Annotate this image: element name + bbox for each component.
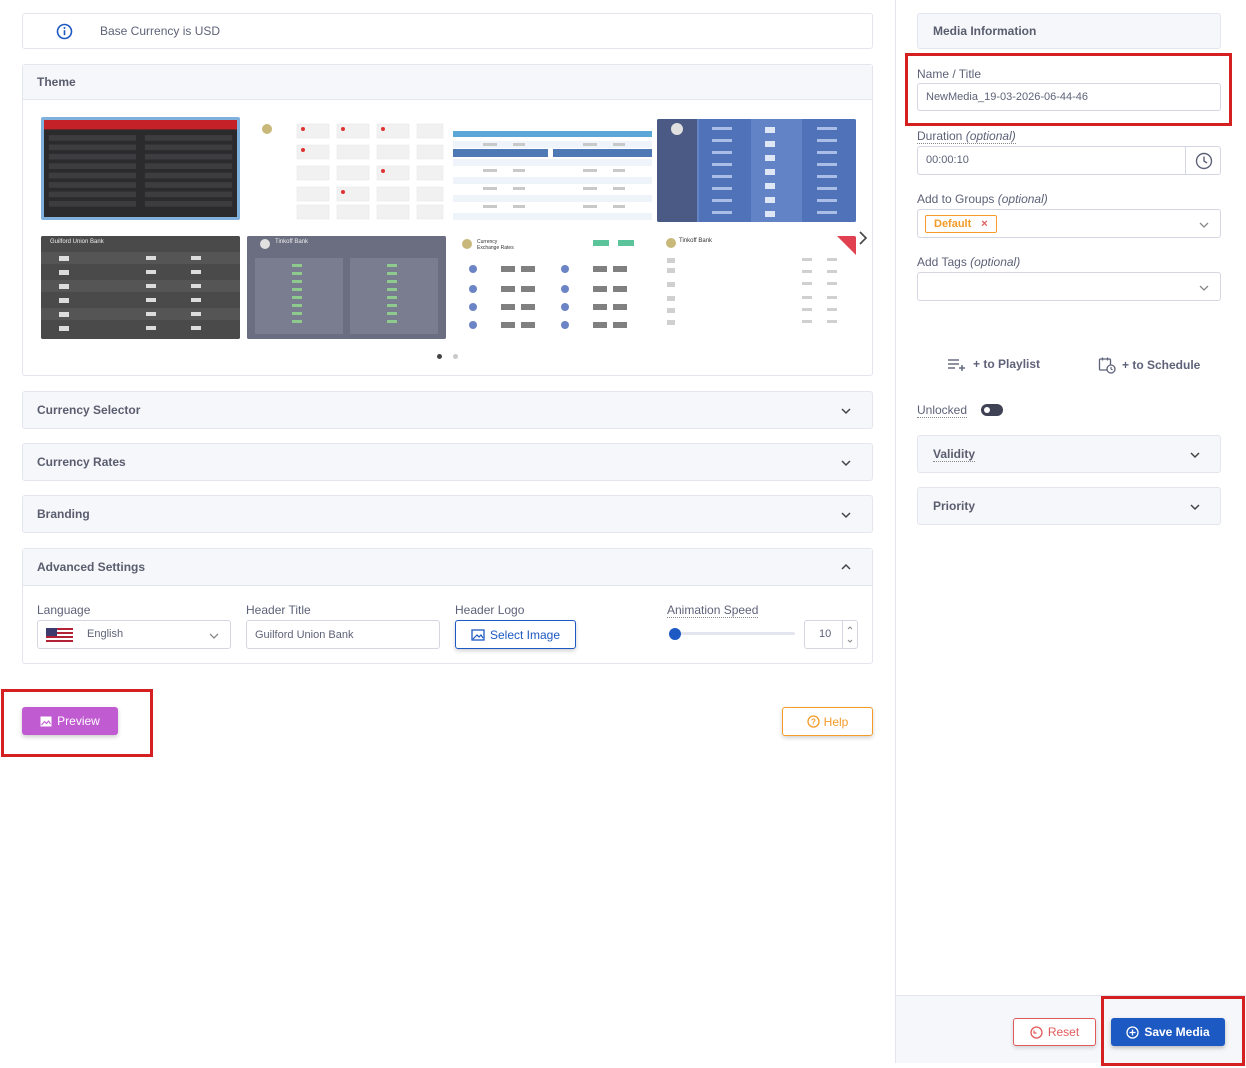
info-icon	[56, 23, 73, 40]
help-label: Help	[823, 714, 849, 729]
reset-icon	[1030, 1025, 1043, 1039]
select-image-label: Select Image	[489, 627, 561, 642]
validity-title: Validity	[933, 447, 976, 462]
header-title-label: Header Title	[246, 603, 311, 617]
media-information-header: Media Information	[917, 13, 1221, 49]
theme-thumbnail-8[interactable]: Tinkoff Bank	[657, 236, 856, 339]
reset-button[interactable]: Reset	[1013, 1018, 1096, 1046]
column-divider	[895, 0, 896, 1063]
advanced-settings-title: Advanced Settings	[37, 560, 146, 574]
chevron-down-icon	[209, 633, 219, 639]
theme-header: Theme	[23, 65, 872, 100]
chevron-down-icon	[1190, 504, 1200, 511]
base-currency-text: Base Currency is USD	[100, 24, 221, 38]
carousel-next-icon[interactable]	[857, 230, 869, 246]
help-button[interactable]: ? Help	[782, 707, 873, 736]
theme-thumbnail-1[interactable]	[41, 117, 240, 220]
name-title-highlight-box	[905, 53, 1232, 126]
duration-label: Duration (optional)	[917, 129, 1016, 144]
theme-thumbnail-3[interactable]	[453, 119, 652, 222]
animation-speed-slider-handle[interactable]	[669, 628, 681, 640]
chevron-up-icon	[841, 563, 851, 570]
image-icon	[471, 628, 485, 641]
stepper-down-icon[interactable]	[846, 637, 854, 645]
animation-speed-value: 10	[819, 628, 832, 640]
branding-section[interactable]: Branding	[22, 495, 873, 533]
carousel-dot-2[interactable]	[453, 354, 458, 359]
duration-input[interactable]: 00:00:10	[917, 146, 1221, 175]
header-title-input[interactable]: Guilford Union Bank	[246, 620, 440, 649]
theme-thumbnail-2[interactable]	[247, 119, 446, 222]
animation-speed-track[interactable]	[671, 632, 795, 635]
language-select[interactable]: English	[37, 620, 231, 649]
advanced-settings-header[interactable]: Advanced Settings	[23, 549, 872, 586]
language-value: English	[87, 628, 124, 640]
duration-value: 00:00:10	[926, 154, 969, 166]
validity-section[interactable]: Validity	[917, 435, 1221, 473]
currency-selector-section[interactable]: Currency Selector	[22, 391, 873, 429]
us-flag-icon	[46, 628, 73, 642]
chevron-down-icon	[841, 408, 851, 415]
currency-rates-section[interactable]: Currency Rates	[22, 443, 873, 481]
theme-thumbnail-7[interactable]: Currency Exchange Rates	[453, 236, 652, 339]
add-tags-label: Add Tags (optional)	[917, 255, 1021, 269]
svg-text:?: ?	[811, 718, 816, 727]
playlist-add-icon	[948, 359, 965, 371]
groups-select[interactable]: Default ×	[917, 209, 1221, 238]
theme-panel: Theme Guilford Union Bank Tinkoff Bank C…	[22, 64, 873, 376]
select-image-button[interactable]: Select Image	[455, 620, 576, 649]
theme-thumbnail-6-caption: Tinkoff Bank	[275, 239, 309, 245]
branding-title: Branding	[37, 507, 90, 521]
theme-thumbnail-5-caption: Guilford Union Bank	[50, 239, 104, 245]
add-to-playlist-button[interactable]: + to Playlist	[947, 356, 1040, 372]
base-currency-info: Base Currency is USD	[22, 13, 873, 49]
theme-thumbnail-7-caption: Currency Exchange Rates	[477, 239, 514, 251]
media-information-title: Media Information	[933, 24, 1037, 38]
theme-thumbnail-5[interactable]: Guilford Union Bank	[41, 236, 240, 339]
animation-speed-input[interactable]: 10	[804, 620, 858, 649]
stepper-up-icon[interactable]	[846, 624, 854, 632]
preview-highlight-box	[1, 689, 153, 757]
priority-section[interactable]: Priority	[917, 487, 1221, 525]
group-tag-default: Default ×	[925, 215, 997, 233]
lock-toggle[interactable]	[981, 404, 1003, 416]
unlocked-label: Unlocked	[917, 403, 968, 418]
currency-selector-title: Currency Selector	[37, 403, 141, 417]
header-logo-label: Header Logo	[455, 603, 525, 617]
chevron-down-icon	[841, 460, 851, 467]
add-to-schedule-button[interactable]: + to Schedule	[1098, 356, 1200, 374]
reset-label: Reset	[1047, 1025, 1080, 1039]
theme-title: Theme	[37, 75, 76, 89]
calendar-clock-icon	[1098, 357, 1116, 374]
clock-icon[interactable]	[1195, 152, 1213, 170]
chevron-down-icon	[1190, 452, 1200, 459]
add-to-groups-label: Add to Groups (optional)	[917, 192, 1048, 206]
chevron-down-icon	[1199, 222, 1209, 228]
remove-tag-icon[interactable]: ×	[981, 218, 987, 230]
theme-thumbnail-4[interactable]	[657, 119, 856, 222]
header-title-value: Guilford Union Bank	[255, 629, 354, 641]
chevron-down-icon	[1199, 285, 1209, 291]
carousel-dot-1[interactable]	[437, 354, 442, 359]
save-media-highlight-box	[1101, 996, 1245, 1066]
language-label: Language	[37, 603, 91, 617]
help-icon: ?	[807, 715, 820, 728]
tags-select[interactable]	[917, 272, 1221, 301]
priority-title: Priority	[933, 499, 976, 513]
theme-thumbnail-6[interactable]: Tinkoff Bank	[247, 236, 446, 339]
chevron-down-icon	[841, 512, 851, 519]
currency-rates-title: Currency Rates	[37, 455, 126, 469]
animation-speed-label: Animation Speed	[667, 603, 759, 618]
theme-thumbnail-8-caption: Tinkoff Bank	[679, 238, 713, 244]
